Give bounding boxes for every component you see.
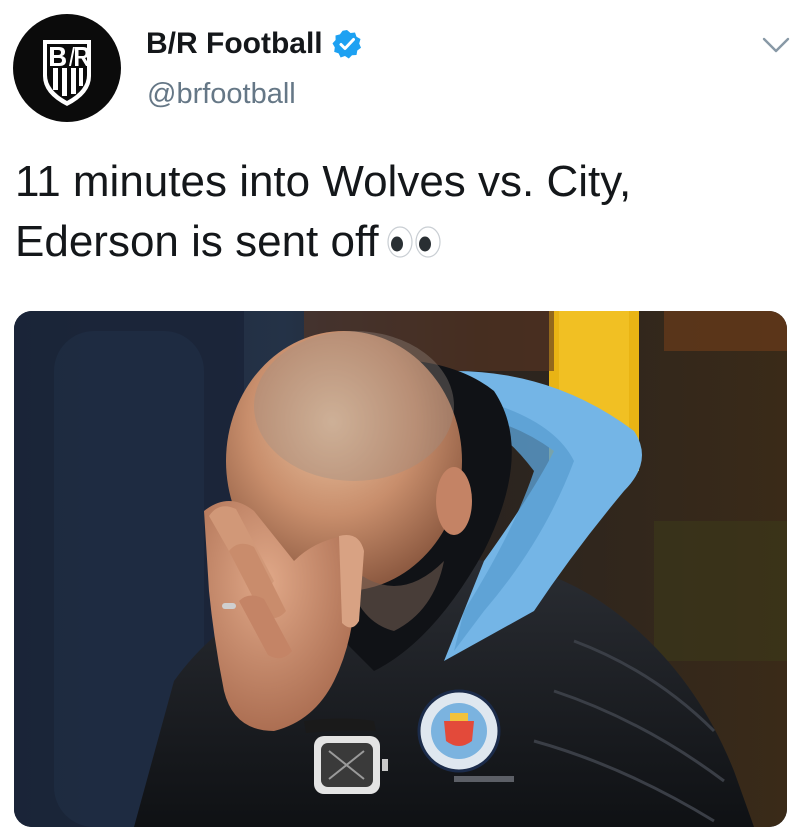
verified-badge-icon	[332, 30, 361, 59]
tweet-text-line-2-text: Ederson is sent off	[15, 217, 379, 266]
tweet-text-line-1: 11 minutes into Wolves vs. City,	[15, 157, 632, 206]
author-avatar[interactable]	[13, 14, 121, 122]
br-football-logo	[43, 40, 91, 106]
author-handle[interactable]: @brfootball	[147, 78, 296, 111]
chevron-down-icon[interactable]	[760, 34, 792, 56]
tweet-card: B/R Football @brfootball 11 minutes into…	[0, 0, 800, 840]
tweet-photo[interactable]	[14, 311, 787, 827]
author-name-row[interactable]: B/R Football	[146, 22, 363, 66]
tweet-text: 11 minutes into Wolves vs. City, Ederson…	[15, 152, 775, 272]
tweet-text-line-2: Ederson is sent off	[15, 212, 775, 272]
eyes-emoji-icon	[387, 226, 441, 258]
photo-illustration	[14, 311, 787, 827]
author-display-name[interactable]: B/R Football	[146, 27, 323, 61]
